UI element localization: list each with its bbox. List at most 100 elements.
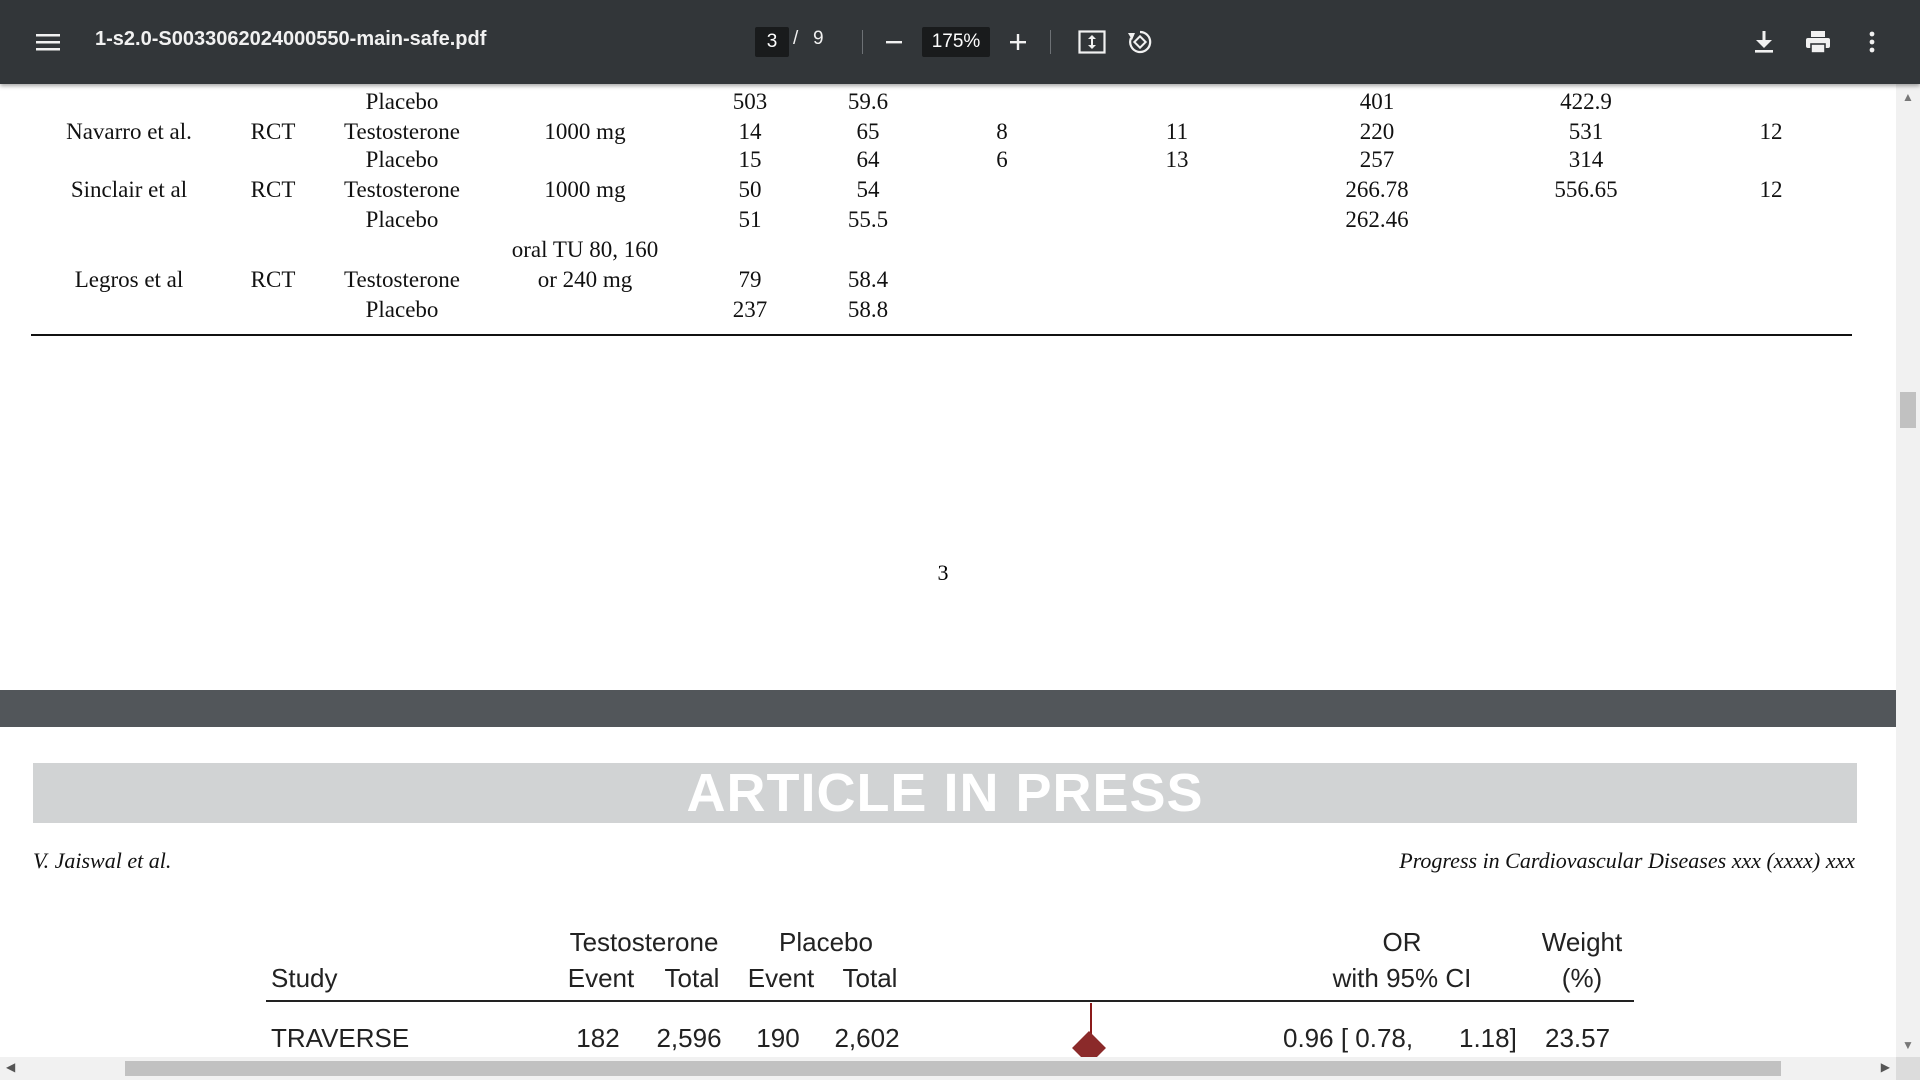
pdf-page-3: Placebo 503 59.6 401 422.9 Navarro et al. RCT T… (0, 84, 1896, 690)
article-in-press-banner: ARTICLE IN PRESS (33, 763, 1857, 823)
total-pages: 9 (813, 28, 824, 49)
table-bottom-rule (31, 334, 1852, 336)
table-cell: 59.6 (847, 89, 889, 114)
table-cell: Legros et al (74, 267, 184, 292)
forest-study-header: Study (271, 963, 338, 993)
vertical-scrollbar[interactable]: ▲ ▼ (1896, 84, 1920, 1057)
table-cell: 503 (732, 89, 768, 114)
table-cell: 14 (738, 119, 762, 144)
file-name: 1-s2.0-S0033062024000550-main-safe.pdf (95, 28, 487, 50)
toolbar-divider (862, 30, 863, 54)
table-cell: RCT (250, 267, 296, 292)
forest-t-event-header: Event (567, 963, 635, 993)
forest-row-t-event: 182 (576, 1023, 620, 1053)
table-cell: Testosterone (344, 177, 460, 202)
forest-row-p-event: 190 (756, 1023, 800, 1053)
fit-page-icon[interactable] (1072, 22, 1112, 62)
table-cell: 50 (738, 177, 762, 202)
horizontal-scroll-thumb[interactable] (125, 1061, 1781, 1076)
forest-row-weight: 23.57 (1545, 1023, 1611, 1053)
page-number-input[interactable]: 3 (755, 27, 789, 57)
forest-or-header: OR (1382, 927, 1422, 957)
table-cell: 12 (1759, 177, 1783, 202)
forest-weight-header: Weight (1541, 927, 1623, 957)
table-cell: RCT (250, 177, 296, 202)
table-cell: 220 (1359, 119, 1395, 144)
zoom-in-icon[interactable] (998, 22, 1038, 62)
forest-t-total-header: Total (664, 963, 720, 993)
print-icon[interactable] (1798, 22, 1838, 62)
forest-ci-header: with 95% CI (1332, 963, 1472, 993)
table-cell: 79 (738, 267, 762, 292)
table-cell: 58.8 (847, 297, 889, 322)
table-cell: Placebo (365, 147, 439, 172)
forest-row-or: 0.96 [ 0.78, (1283, 1023, 1414, 1053)
table-cell: 314 (1568, 147, 1604, 172)
table-cell: 531 (1568, 119, 1604, 144)
rotate-icon[interactable] (1120, 22, 1160, 62)
forest-row-study: TRAVERSE (271, 1023, 410, 1053)
table-cell: Testosterone (344, 267, 460, 292)
table-cell: 64 (856, 147, 880, 172)
table-cell: 58.4 (847, 267, 889, 292)
table-cell: 422.9 (1560, 89, 1612, 114)
toolbar-divider (1050, 30, 1051, 54)
forest-row-ci-high: 1.18] (1459, 1023, 1517, 1053)
forest-row-t-total: 2,596 (656, 1023, 722, 1053)
scroll-left-arrow-icon[interactable]: ◀ (6, 1060, 15, 1075)
table-cell: 12 (1759, 119, 1783, 144)
running-head-journal: Progress in Cardiovascular Diseases xxx … (1399, 848, 1855, 873)
table-cell: RCT (250, 119, 296, 144)
table-cell: Testosterone (344, 119, 460, 144)
scroll-right-arrow-icon[interactable]: ▶ (1881, 1060, 1890, 1075)
forest-p-event-header: Event (747, 963, 815, 993)
table-cell: 262.46 (1345, 207, 1409, 232)
running-head-author: V. Jaiswal et al. (33, 848, 172, 873)
table-cell: 11 (1165, 119, 1189, 144)
forest-p-total-header: Total (842, 963, 898, 993)
table-cell: 55.5 (847, 207, 889, 232)
more-options-icon[interactable] (1852, 22, 1892, 62)
vertical-scroll-thumb[interactable] (1900, 392, 1916, 428)
table-cell: 13 (1165, 147, 1189, 172)
table-cell: 1000 mg (544, 119, 626, 144)
table-cell: 8 (996, 119, 1008, 144)
table-cell: 54 (856, 177, 880, 202)
forest-header-rule (266, 1000, 1634, 1002)
table-cell: 237 (732, 297, 768, 322)
table-cell: 1000 mg (544, 177, 626, 202)
menu-icon[interactable] (28, 22, 68, 62)
table-cell: 15 (738, 147, 762, 172)
forest-weight-unit-header: (%) (1561, 963, 1603, 993)
table-cell: 401 (1359, 89, 1395, 114)
page-separator: / (793, 28, 799, 49)
pdf-toolbar: 1-s2.0-S0033062024000550-main-safe.pdf 3… (0, 0, 1920, 84)
download-icon[interactable] (1744, 22, 1784, 62)
table-cell: 257 (1359, 147, 1395, 172)
forest-row-p-total: 2,602 (834, 1023, 900, 1053)
forest-group-header-testosterone: Testosterone (569, 927, 719, 957)
pdf-page-4: ARTICLE IN PRESS V. Jaiswal et al. Progr… (0, 727, 1896, 1057)
table-cell: oral TU 80, 160 (511, 237, 659, 262)
zoom-level-input[interactable]: 175% (922, 27, 990, 57)
table-cell: 266.78 (1345, 177, 1409, 202)
banner-text: ARTICLE IN PRESS (686, 763, 1204, 823)
zoom-out-icon[interactable] (874, 22, 914, 62)
table-cell: 6 (996, 147, 1008, 172)
table-cell: Sinclair et al (70, 177, 188, 202)
forest-estimate-marker (1072, 1031, 1106, 1057)
table-cell: Navarro et al. (66, 119, 192, 144)
scrollbar-corner (1896, 1057, 1920, 1080)
table-cell: Placebo (365, 207, 439, 232)
forest-group-header-placebo: Placebo (779, 927, 873, 957)
horizontal-scrollbar[interactable]: ◀ ▶ (0, 1057, 1896, 1080)
table-cell: 65 (856, 119, 880, 144)
table-cell: Placebo (365, 89, 439, 114)
scroll-up-arrow-icon[interactable]: ▲ (1902, 90, 1914, 105)
table-cell: or 240 mg (537, 267, 633, 292)
table-cell: 556.65 (1554, 177, 1618, 202)
scroll-down-arrow-icon[interactable]: ▼ (1902, 1038, 1914, 1053)
page-number: 3 (937, 560, 949, 585)
table-cell: 51 (738, 207, 762, 232)
table-cell: Placebo (365, 297, 439, 322)
